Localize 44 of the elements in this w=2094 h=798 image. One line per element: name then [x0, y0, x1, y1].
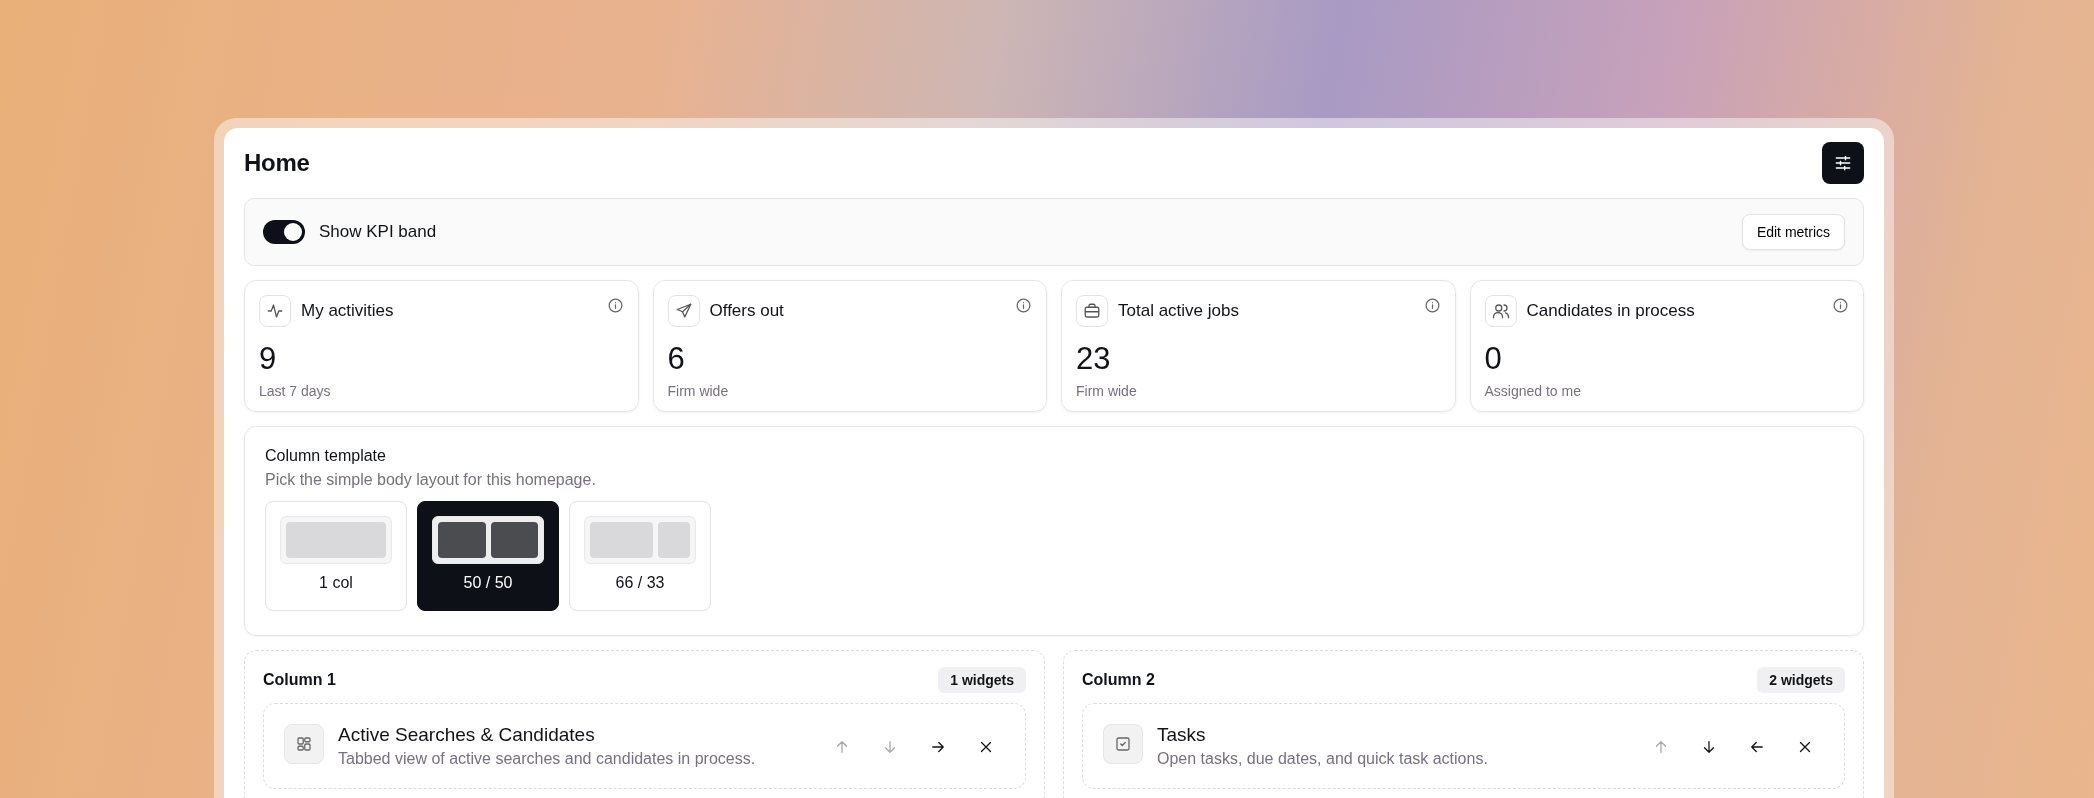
metric-title: Total active jobs: [1118, 301, 1240, 321]
metric-caption: Firm wide: [1076, 383, 1138, 399]
metric-value: 23: [1076, 341, 1112, 377]
info-icon: [1832, 297, 1849, 314]
info-icon: [606, 297, 624, 314]
section-title: Column template: [265, 447, 387, 465]
layout-preview-icon: [584, 516, 696, 564]
metric-value: 9: [259, 341, 278, 377]
metric-value: 0: [1484, 341, 1503, 377]
column-title: Column 2: [1082, 671, 1155, 689]
info-icon: [1423, 297, 1441, 314]
widget-description: Tabbed view of active searches and candidates in process.: [338, 750, 757, 768]
metric-value: 6: [667, 341, 686, 377]
metric-title: My activities: [301, 301, 395, 321]
checkbox-icon: [1114, 735, 1132, 753]
sliders-icon: [1833, 153, 1853, 173]
users-icon: [1491, 302, 1510, 320]
section-subtitle: Pick the simple body layout for this homepage.: [265, 471, 597, 489]
edit-metrics-button[interactable]: Edit metrics: [1741, 214, 1845, 250]
send-icon: [674, 302, 693, 320]
widget-title: Tasks: [1157, 724, 1207, 746]
metric-title: Candidates in process: [1526, 301, 1696, 321]
toggle-label: Show KPI band: [319, 222, 437, 242]
metric-title: Offers out: [709, 301, 785, 321]
widget-count: 2 widgets: [1757, 667, 1845, 693]
widget-count: 1 widgets: [938, 667, 1026, 693]
layout-preview-icon: [280, 516, 392, 564]
column-title: Column 1: [263, 671, 336, 689]
page-title: Home: [244, 149, 310, 177]
settings-button[interactable]: [1822, 142, 1864, 184]
layout-option[interactable]: 50 / 50: [417, 501, 559, 611]
info-icon: [1015, 297, 1032, 314]
metric-caption: Assigned to me: [1484, 383, 1582, 399]
metric-caption: Last 7 days: [259, 383, 332, 399]
briefcase-icon: [1083, 302, 1101, 320]
grid-icon: [295, 735, 313, 753]
layout-option[interactable]: 66 / 33: [569, 501, 711, 611]
toggle-switch[interactable]: [263, 220, 305, 244]
widget-title: Active Searches & Candidates: [338, 724, 596, 746]
widget-description: Open tasks, due dates, and quick task actions.: [1157, 750, 1489, 768]
metric-caption: Firm wide: [667, 383, 730, 399]
layout-preview-icon: [432, 516, 544, 564]
layout-option[interactable]: 1 col: [265, 501, 407, 611]
activity-icon: [266, 302, 284, 320]
